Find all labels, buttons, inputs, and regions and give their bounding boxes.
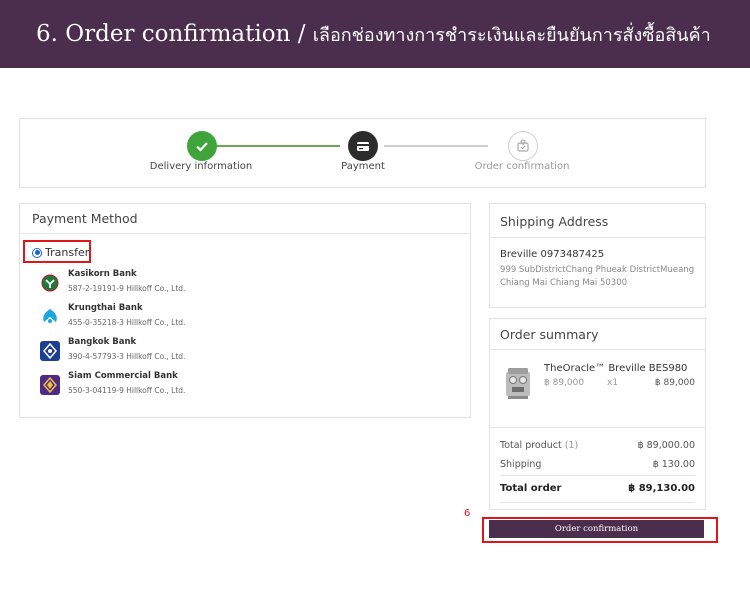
divider (490, 237, 705, 238)
divider (490, 349, 705, 350)
total-order-label: Total order (500, 483, 562, 494)
banner-title: 6. Order confirmation / เลือกช่องทางการช… (36, 20, 711, 49)
order-summary-card: Order summary TheOracle™ Breville BES980… (489, 318, 706, 510)
bank-item-bangkok: Bangkok Bank 390-4-57793-3 Hillkoff Co.,… (40, 337, 440, 367)
shipping-address-title: Shipping Address (500, 214, 609, 229)
header-banner: 6. Order confirmation / เลือกช่องทางการช… (0, 0, 750, 68)
total-product-value: ฿ 89,000.00 (637, 440, 695, 451)
card-icon (357, 142, 369, 151)
total-product-count: (1) (564, 440, 579, 451)
shipping-address-card: Shipping Address Breville 0973487425 999… (489, 203, 706, 308)
banner-title-thai: เลือกช่องทางการชำระเงินและยืนยันการสั่งซ… (312, 25, 711, 46)
payment-method-title: Payment Method (32, 211, 138, 226)
step-confirmation-indicator (508, 131, 538, 161)
shipping-address-text: 999 SubDistrictChang Phueak DistrictMuea… (500, 264, 700, 290)
bank-name: Bangkok Bank (68, 337, 137, 347)
bangkok-bank-logo-icon (40, 341, 60, 361)
bank-name: Siam Commercial Bank (68, 371, 178, 381)
krungthai-logo-icon (40, 307, 60, 327)
transfer-highlight-box (23, 240, 91, 263)
total-product-label: Total product (1) (500, 440, 578, 451)
annotation-step-number: 6 (464, 508, 471, 519)
shipping-name-phone: Breville 0973487425 (500, 249, 605, 260)
kasikorn-logo-icon (40, 273, 60, 293)
bank-item-scb: Siam Commercial Bank 550-3-04119-9 Hillk… (40, 371, 440, 401)
step-delivery-indicator (187, 131, 217, 161)
product-image (504, 366, 532, 400)
product-name: TheOracle™ Breville BES980 (544, 363, 688, 374)
bank-name: Kasikorn Bank (68, 269, 137, 279)
divider (500, 475, 695, 476)
address-line-2: Chiang Mai Chiang Mai 50300 (500, 278, 628, 288)
bank-item-kasikorn: Kasikorn Bank 587-2-19191-9 Hillkoff Co.… (40, 269, 440, 299)
bank-account: 587-2-19191-9 Hillkoff Co., Ltd. (68, 284, 186, 293)
bank-name: Krungthai Bank (68, 303, 143, 313)
step-label-delivery: Delivery information (149, 161, 253, 172)
total-product-text: Total product (500, 440, 562, 451)
order-summary-title: Order summary (500, 327, 599, 342)
shipping-value: ฿ 130.00 (652, 459, 695, 470)
scb-logo-icon (40, 375, 60, 395)
payment-method-card: Payment Method Transfer Kasikorn Bank 58… (19, 203, 471, 418)
divider (20, 233, 470, 234)
checkout-progress: Delivery information Payment Order confi… (19, 118, 706, 188)
cart-icon (517, 139, 529, 152)
step-label-confirmation: Order confirmation (474, 161, 570, 172)
banner-title-en: 6. Order confirmation / (36, 21, 313, 47)
total-order-value: ฿ 89,130.00 (628, 483, 695, 494)
bank-account: 455-0-35218-3 Hillkoff Co., Ltd. (68, 318, 186, 327)
shipping-row: Shipping ฿ 130.00 (500, 459, 695, 470)
shipping-label: Shipping (500, 459, 542, 470)
product-unit-price: ฿ 89,000 (544, 378, 585, 388)
bank-account: 550-3-04119-9 Hillkoff Co., Ltd. (68, 386, 186, 395)
bank-account: 390-4-57793-3 Hillkoff Co., Ltd. (68, 352, 186, 361)
product-line-total: ฿ 89,000 (654, 378, 695, 388)
total-order-row: Total order ฿ 89,130.00 (500, 483, 695, 494)
divider (500, 502, 695, 503)
progress-line-pending (384, 145, 488, 147)
step-label-payment: Payment (341, 161, 385, 172)
confirm-highlight-box (482, 517, 718, 543)
progress-line-done (214, 145, 340, 147)
product-quantity: x1 (607, 378, 619, 388)
address-line-1: 999 SubDistrictChang Phueak DistrictMuea… (500, 265, 695, 275)
total-product-row: Total product (1) ฿ 89,000.00 (500, 440, 695, 451)
divider (490, 427, 705, 428)
bank-item-krungthai: Krungthai Bank 455-0-35218-3 Hillkoff Co… (40, 303, 440, 333)
step-payment-indicator (348, 131, 378, 161)
check-icon (196, 142, 208, 152)
